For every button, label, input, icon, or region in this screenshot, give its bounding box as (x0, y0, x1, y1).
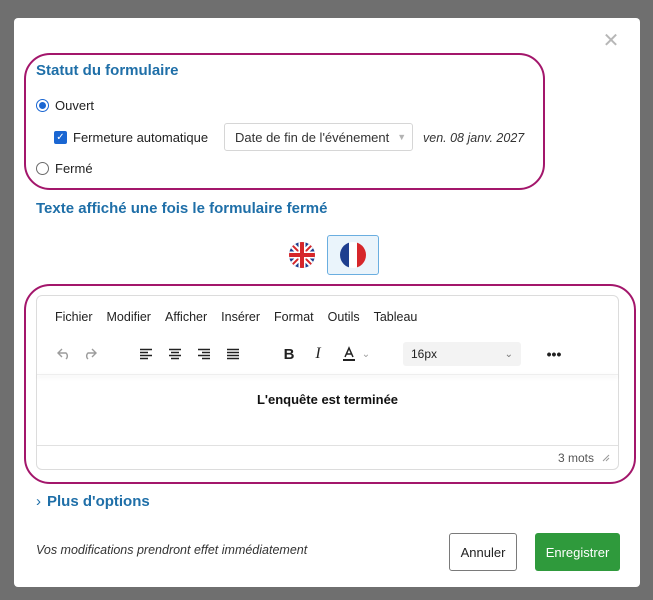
radio-open-label: Ouvert (55, 98, 95, 113)
radio-open[interactable]: Ouvert (36, 98, 94, 113)
more-options-label: Plus d'options (47, 493, 150, 510)
auto-close-select[interactable]: Date de fin de l'événement ▼ (224, 123, 413, 151)
chevron-right-icon: › (36, 493, 41, 510)
bold-icon[interactable]: B (278, 340, 300, 368)
align-center-icon[interactable] (164, 340, 186, 368)
font-size-select[interactable]: 16px ⌄ (403, 342, 521, 366)
menu-table[interactable]: Tableau (374, 310, 418, 324)
text-color-chevron-down-icon[interactable]: ⌄ (359, 340, 373, 368)
align-right-icon[interactable] (193, 340, 215, 368)
footer-note: Vos modifications prendront effet immédi… (36, 543, 308, 557)
chevron-down-icon: ⌄ (504, 348, 513, 360)
chevron-down-icon: ▼ (397, 132, 407, 142)
editor-menubar: Fichier Modifier Afficher Insérer Format… (55, 310, 417, 324)
editor-toolbar: B I ⌄ 16px ⌄ ••• (51, 340, 571, 368)
auto-close-date: ven. 08 janv. 2027 (423, 131, 525, 145)
editor-content[interactable]: L'enquête est terminée (37, 392, 618, 407)
font-size-value: 16px (411, 347, 438, 361)
auto-close-select-value: Date de fin de l'événement (235, 129, 390, 145)
italic-icon[interactable]: I (307, 340, 329, 368)
redo-icon[interactable] (79, 340, 101, 368)
menu-edit[interactable]: Modifier (107, 310, 151, 324)
form-status-dialog: ✕ Statut du formulaire Ouvert ✓ Fermetur… (14, 18, 640, 587)
radio-closed[interactable]: Fermé (36, 161, 93, 176)
auto-close-label: Fermeture automatique (73, 130, 209, 145)
radio-closed-indicator[interactable] (36, 162, 49, 175)
auto-close-checkbox-row[interactable]: ✓ Fermeture automatique (54, 130, 208, 145)
toolbar-divider (37, 374, 618, 375)
word-count: 3 mots (557, 450, 594, 465)
fr-flag-icon (340, 242, 366, 268)
editor-statusbar: 3 mots (37, 445, 618, 469)
rich-text-editor[interactable]: Fichier Modifier Afficher Insérer Format… (36, 295, 619, 470)
fr-flag-selected-tab[interactable] (327, 235, 379, 275)
more-icon[interactable]: ••• (543, 340, 565, 368)
menu-view[interactable]: Afficher (165, 310, 207, 324)
align-left-icon[interactable] (135, 340, 157, 368)
menu-tools[interactable]: Outils (328, 310, 360, 324)
radio-open-indicator[interactable] (36, 99, 49, 112)
menu-insert[interactable]: Insérer (221, 310, 260, 324)
menu-file[interactable]: Fichier (55, 310, 93, 324)
more-options-toggle[interactable]: › Plus d'options (36, 493, 150, 510)
text-color-icon[interactable] (338, 340, 360, 368)
radio-closed-label: Fermé (55, 161, 93, 176)
cancel-button[interactable]: Annuler (449, 533, 517, 571)
status-section-title: Statut du formulaire (36, 62, 179, 79)
undo-icon[interactable] (53, 340, 75, 368)
menu-format[interactable]: Format (274, 310, 314, 324)
close-icon[interactable]: ✕ (602, 31, 620, 51)
resize-handle-icon[interactable] (600, 451, 610, 465)
closed-text-section-title: Texte affiché une fois le formulaire fer… (36, 200, 328, 217)
auto-close-checkbox[interactable]: ✓ (54, 131, 67, 144)
save-button[interactable]: Enregistrer (535, 533, 620, 571)
uk-flag-icon[interactable] (289, 242, 315, 268)
align-justify-icon[interactable] (222, 340, 244, 368)
